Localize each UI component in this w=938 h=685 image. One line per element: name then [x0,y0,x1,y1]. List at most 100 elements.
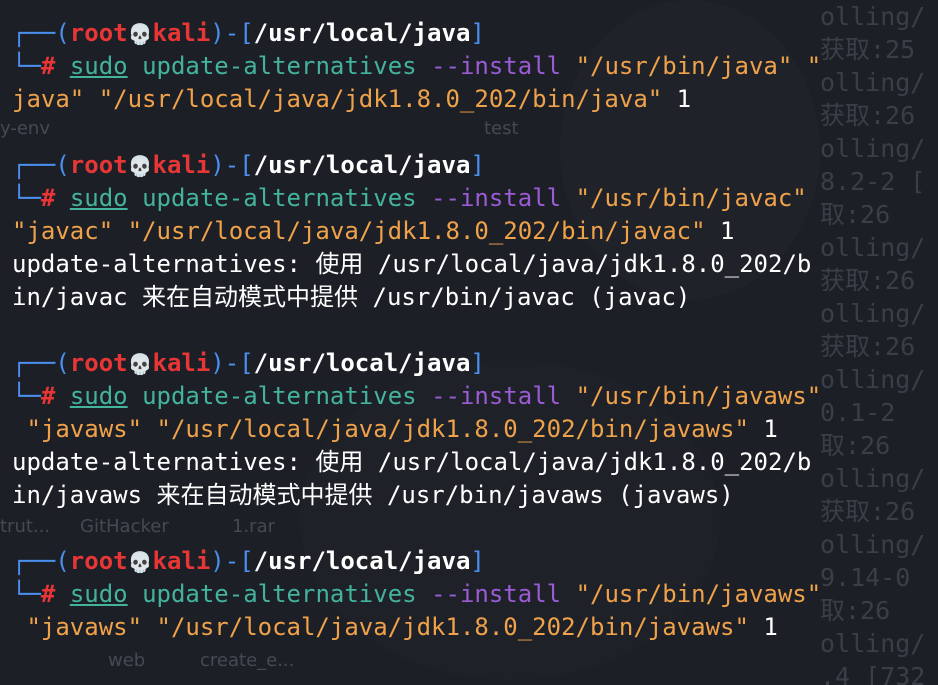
command-priority: 1 [676,85,692,113]
command-option: --install [431,52,562,80]
prompt-symbol: # [40,52,56,80]
prompt-path: /usr/local/java [253,349,471,377]
command-sudo: sudo [69,184,128,212]
command-option: --install [431,184,562,212]
command-program: update-alternatives [142,580,417,608]
command-argument: "javaws" "/usr/local/java/jdk1.8.0_202/b… [12,415,749,443]
command-sudo: sudo [69,52,128,80]
skull-icon: 💀 [127,22,153,46]
prompt-header: ┌──(root💀kali)-[/usr/local/java] [12,17,922,50]
prompt-border: ┌──( [12,19,70,47]
prompt-header: ┌──(root💀kali)-[/usr/local/java] [12,347,922,380]
prompt-host: kali [152,349,211,377]
prompt-symbol: # [40,382,56,410]
skull-icon: 💀 [127,154,153,178]
prompt-host: kali [152,547,211,575]
prompt-user: root [69,349,128,377]
command-argument: "javaws" "/usr/local/java/jdk1.8.0_202/b… [12,613,749,641]
skull-icon: 💀 [127,352,153,376]
terminal-output[interactable]: ┌──(root💀kali)-[/usr/local/java] └─# sudo… [12,17,922,677]
prompt-border: ┌──( [12,349,70,377]
command-line: └─# sudo update-alternatives --install "… [12,578,922,611]
command-argument: java" "/usr/local/java/jdk1.8.0_202/bin/… [12,85,663,113]
command-continuation: "javaws" "/usr/local/java/jdk1.8.0_202/b… [12,611,922,644]
command-output-line: in/javac 来在自动模式中提供 /usr/bin/javac (javac… [12,283,691,311]
prompt-host: kali [152,151,211,179]
command-line: └─# sudo update-alternatives --install "… [12,50,922,83]
prompt-user: root [69,19,128,47]
prompt-path: /usr/local/java [253,151,471,179]
prompt-symbol: # [40,184,56,212]
prompt-border: └─ [12,52,41,80]
prompt-user: root [69,547,128,575]
command-program: update-alternatives [142,52,417,80]
command-sudo: sudo [69,580,128,608]
prompt-border: ┌──( [12,151,70,179]
prompt-header: ┌──(root💀kali)-[/usr/local/java] [12,149,922,182]
command-priority: 1 [720,217,735,245]
command-sudo: sudo [69,382,128,410]
command-output-line: update-alternatives: 使用 /usr/local/java/… [12,448,812,476]
prompt-border: )-[ [210,547,254,575]
command-priority: 1 [763,415,778,443]
command-option: --install [431,382,562,410]
prompt-border: ┌──( [12,547,70,575]
command-output-line: update-alternatives: 使用 /usr/local/java/… [12,250,812,278]
command-output-line: in/javaws 来在自动模式中提供 /usr/bin/javaws (jav… [12,481,734,509]
prompt-symbol: # [40,580,56,608]
prompt-host: kali [152,19,211,47]
prompt-path: /usr/local/java [253,19,471,47]
skull-icon: 💀 [127,550,153,574]
prompt-path: /usr/local/java [253,547,471,575]
command-continuation: "javaws" "/usr/local/java/jdk1.8.0_202/b… [12,413,922,446]
command-line: └─# sudo update-alternatives --install "… [12,182,922,215]
prompt-border: )-[ [210,349,254,377]
prompt-border: └─ [12,580,41,608]
prompt-border: └─ [12,184,41,212]
command-program: update-alternatives [142,184,417,212]
command-argument: "/usr/bin/javaws" [575,580,822,608]
prompt-border: )-[ [210,151,254,179]
command-argument: "javac" "/usr/local/java/jdk1.8.0_202/bi… [12,217,706,245]
command-program: update-alternatives [142,382,417,410]
command-priority: 1 [763,613,778,641]
command-continuation: "javac" "/usr/local/java/jdk1.8.0_202/bi… [12,215,922,248]
command-argument: "/usr/bin/java" " [575,52,822,80]
prompt-border: ] [470,151,485,179]
command-option: --install [431,580,562,608]
prompt-border: ] [470,349,485,377]
command-argument: "/usr/bin/javac" [575,184,807,212]
command-continuation: java" "/usr/local/java/jdk1.8.0_202/bin/… [12,83,922,116]
prompt-border: )-[ [210,19,254,47]
prompt-border: └─ [12,382,41,410]
prompt-border: ] [470,19,485,47]
prompt-header: ┌──(root💀kali)-[/usr/local/java] [12,545,922,578]
prompt-border: ] [470,547,485,575]
command-argument: "/usr/bin/javaws" [575,382,822,410]
prompt-user: root [69,151,128,179]
